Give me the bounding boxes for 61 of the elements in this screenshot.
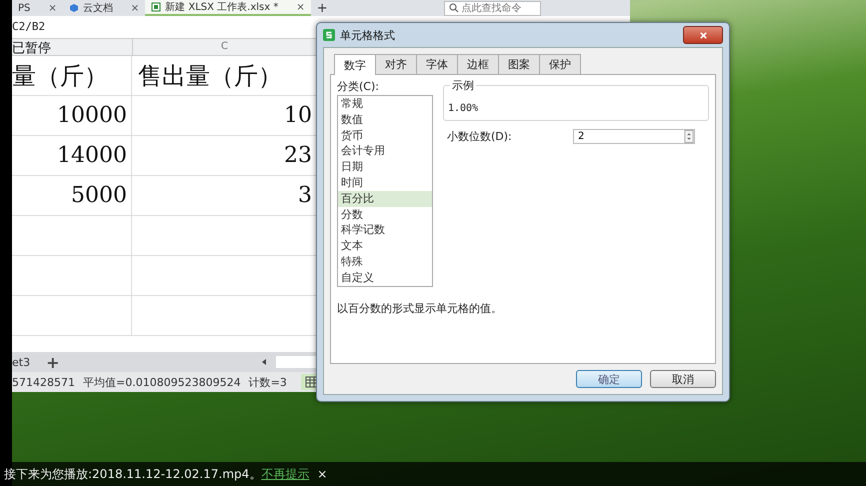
- new-tab-button[interactable]: +: [310, 0, 334, 16]
- dont-remind-link[interactable]: 不再提示: [261, 466, 310, 482]
- category-item[interactable]: 货币: [338, 128, 432, 144]
- close-icon: [698, 30, 708, 40]
- dialog-tab[interactable]: 字体: [416, 54, 458, 74]
- sample-label: 示例: [450, 78, 476, 93]
- dialog-tab[interactable]: 图案: [498, 54, 540, 74]
- status-text: 平均值=0.010809523809524: [83, 374, 241, 390]
- scroll-left-icon[interactable]: [260, 358, 268, 366]
- category-item[interactable]: 日期: [338, 159, 432, 175]
- search-icon: [448, 3, 459, 13]
- cube-icon: [68, 3, 79, 13]
- category-label: 分类(C):: [337, 79, 380, 94]
- horizontal-scrollbar[interactable]: [276, 356, 316, 368]
- description-text: 以百分数的形式显示单元格的值。: [337, 300, 503, 316]
- close-tab-button[interactable]: ×: [130, 2, 140, 14]
- file-tab[interactable]: PS ×: [12, 0, 63, 16]
- dialog-tab[interactable]: 边框: [457, 54, 499, 74]
- dialog-button[interactable]: 取消: [650, 370, 716, 388]
- file-tab[interactable]: 新建 XLSX 工作表.xlsx * ×: [145, 0, 311, 16]
- status-text: 571428571: [12, 376, 75, 388]
- table-cell: 23: [284, 143, 312, 168]
- close-button[interactable]: [683, 26, 723, 44]
- file-tab[interactable]: 云文档 ×: [62, 0, 146, 16]
- category-item[interactable]: 科学记数: [338, 222, 432, 238]
- table-cell-text: 售出量（斤）: [138, 60, 282, 92]
- category-item[interactable]: 常规: [338, 96, 432, 112]
- decimals-spinner[interactable]: 2: [573, 129, 695, 144]
- paused-notice: 已暂停: [12, 40, 51, 57]
- sheet-tab[interactable]: et3: [12, 356, 38, 368]
- sample-value: 1.00%: [448, 103, 478, 114]
- sheet-file-icon: [151, 2, 162, 12]
- table-cell: 10000: [57, 103, 127, 128]
- table-cell: 10: [284, 103, 312, 128]
- dialog-tab[interactable]: 保护: [539, 54, 581, 74]
- dialog-tab[interactable]: 数字: [334, 54, 376, 75]
- category-item[interactable]: 时间: [338, 174, 432, 191]
- category-item[interactable]: 文本: [338, 238, 432, 254]
- table-cell: 3: [298, 183, 312, 208]
- category-item[interactable]: 百分比: [338, 190, 432, 207]
- close-notice-button[interactable]: ×: [317, 467, 328, 481]
- category-item[interactable]: 分数: [338, 206, 432, 222]
- table-cell: 14000: [57, 143, 127, 168]
- dialog-button[interactable]: 确定: [576, 370, 642, 388]
- command-search-field[interactable]: 点此查找命令: [444, 0, 541, 16]
- category-item[interactable]: 特殊: [338, 254, 432, 270]
- category-item[interactable]: 自定义: [338, 270, 432, 286]
- spinner-arrows-icon[interactable]: [684, 130, 694, 143]
- table-cell-text: 量（斤）: [12, 60, 108, 92]
- category-item[interactable]: 数值: [338, 112, 432, 128]
- decimals-label: 小数位数(D):: [447, 129, 513, 144]
- column-header: C: [221, 41, 228, 52]
- app-logo-icon: [323, 29, 335, 41]
- category-item[interactable]: 会计专用: [338, 143, 432, 160]
- status-text: 计数=3: [248, 374, 287, 390]
- dialog-tab[interactable]: 对齐: [375, 54, 417, 74]
- table-cell: 5000: [71, 183, 127, 208]
- close-tab-button[interactable]: ×: [48, 2, 57, 14]
- add-sheet-button[interactable]: +: [46, 352, 60, 372]
- next-video-notice: 接下来为您播放:2018.11.12-12.02.17.mp4。: [4, 466, 262, 482]
- close-tab-button[interactable]: ×: [296, 2, 305, 12]
